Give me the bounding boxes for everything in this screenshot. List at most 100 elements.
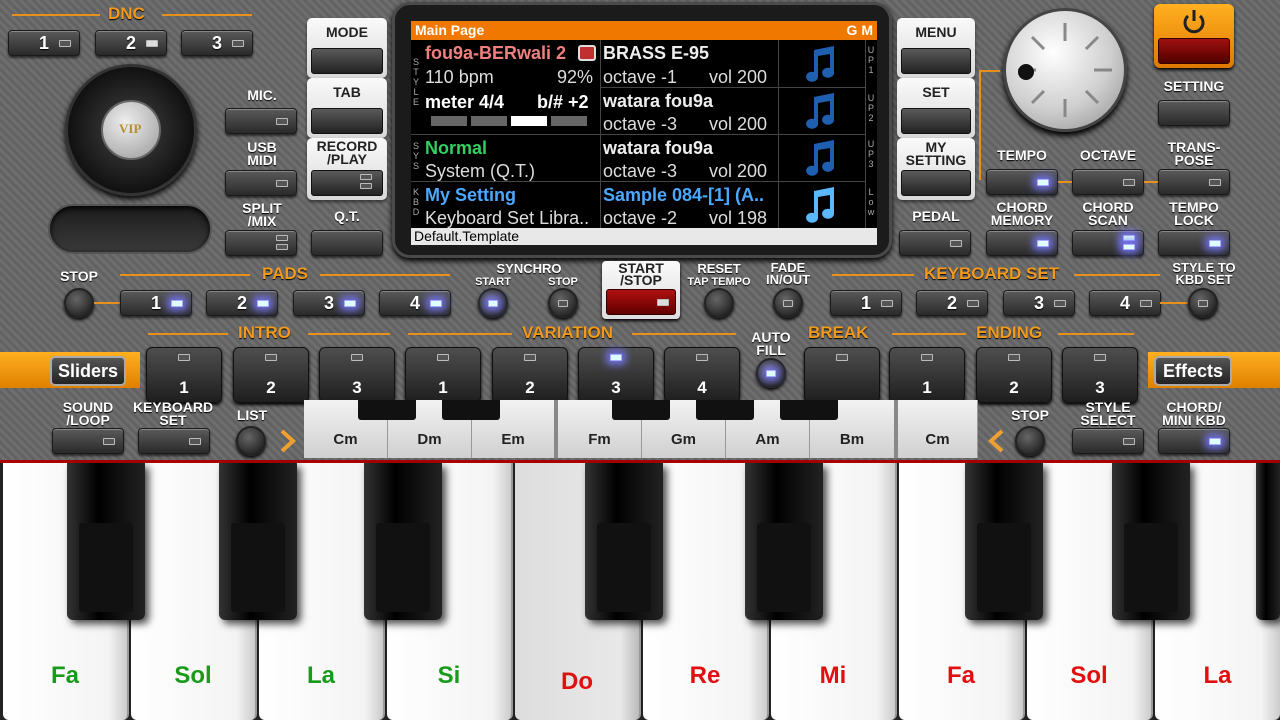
tempo-bpm: 110 bpm (425, 67, 494, 87)
qt-label: Q.T. (334, 208, 360, 224)
octave-button[interactable] (1072, 169, 1144, 195)
power-icon (1183, 10, 1205, 34)
keyboard-set-title: KEYBOARD SET (924, 264, 1060, 283)
auto-fill-button[interactable] (756, 358, 786, 388)
pad-button-1[interactable]: 1 (120, 290, 192, 316)
lower-music-note-icon[interactable] (802, 185, 842, 225)
black-key[interactable] (219, 463, 297, 620)
split-mix-button[interactable] (225, 230, 297, 256)
up2-music-note-icon[interactable] (802, 91, 842, 131)
list-button[interactable] (236, 426, 266, 456)
variation-button-1[interactable]: 1 (405, 347, 481, 403)
synchro-stop-button[interactable] (548, 288, 578, 318)
data-dial[interactable] (1003, 8, 1127, 132)
set-button[interactable]: SET (897, 78, 975, 138)
lower-volume: vol 198 (709, 208, 768, 228)
kbd-set-button-3[interactable]: 3 (1003, 290, 1075, 316)
black-key[interactable] (1112, 463, 1190, 620)
intro-button-2[interactable]: 2 (233, 347, 309, 403)
system-name: System (Q.T.) (425, 161, 536, 181)
tab-button[interactable]: TAB (307, 78, 387, 138)
up2-octave: octave -3 (603, 114, 678, 134)
pad-button-4[interactable]: 4 (379, 290, 451, 316)
power-button[interactable] (1154, 4, 1234, 68)
chord-scan-button[interactable] (1072, 230, 1144, 256)
fade-in-out-button[interactable] (773, 288, 803, 318)
lower-voice[interactable]: Sample 084-[1] (A.. (603, 185, 764, 206)
kbd-set-name[interactable]: My Setting (425, 185, 516, 206)
intro-button-1[interactable]: 1 (146, 347, 222, 403)
record-play-button[interactable]: RECORD /PLAY (307, 138, 387, 200)
chord-strip[interactable]: Cm Dm Em Fm Gm Am Bm Cm (304, 400, 978, 458)
joystick-knob[interactable]: VIP (101, 100, 161, 160)
variation-button-2[interactable]: 2 (492, 347, 568, 403)
transpose-button[interactable] (1158, 169, 1230, 195)
break-button[interactable] (804, 347, 880, 403)
ending-button-1[interactable]: 1 (889, 347, 965, 403)
start-stop-button[interactable]: START /STOP (602, 261, 680, 319)
qt-button[interactable] (311, 230, 383, 256)
style-select-button[interactable] (1072, 428, 1144, 454)
chevron-right-icon[interactable] (278, 428, 298, 454)
menu-button[interactable]: MENU (897, 18, 975, 78)
up3-voice[interactable]: watara fou9a (603, 138, 713, 159)
keyboard-set-button[interactable] (138, 428, 210, 454)
up3-music-note-icon[interactable] (802, 138, 842, 178)
up2-voice[interactable]: watara fou9a (603, 91, 713, 112)
pad-button-3[interactable]: 3 (293, 290, 365, 316)
variation-button-4[interactable]: 4 (664, 347, 740, 403)
joystick[interactable]: VIP (65, 64, 197, 196)
tempo-lock-button[interactable] (1158, 230, 1230, 256)
style-name[interactable]: fou9a-BERwali 2 (425, 43, 566, 64)
black-key[interactable] (965, 463, 1043, 620)
usb-midi-button[interactable] (225, 170, 297, 196)
dnc-line (162, 14, 252, 16)
chord-mode[interactable]: Normal (425, 138, 487, 159)
mic-button[interactable] (225, 108, 297, 134)
variation-button-3[interactable]: 3 (578, 347, 654, 403)
black-key[interactable] (585, 463, 663, 620)
chevron-left-icon[interactable] (986, 428, 1006, 454)
chord-mini-kbd-label: CHORD/ MINI KBD (1162, 399, 1226, 428)
sound-loop-button[interactable] (52, 428, 124, 454)
chord-mini-kbd-button[interactable] (1158, 428, 1230, 454)
black-key[interactable] (745, 463, 823, 620)
black-key[interactable] (364, 463, 442, 620)
chord-memory-button[interactable] (986, 230, 1058, 256)
effects-button[interactable]: Effects (1154, 356, 1232, 386)
kbd-set-button-1[interactable]: 1 (830, 290, 902, 316)
tempo-button[interactable] (986, 169, 1058, 195)
up1-voice[interactable]: BRASS E-95 (603, 43, 709, 64)
my-setting-button[interactable]: MY SETTING (897, 138, 975, 200)
list-label: LIST (236, 407, 268, 423)
pitch-wheel[interactable] (48, 204, 212, 254)
dnc-button-2[interactable]: 2 (95, 30, 167, 56)
up1-music-note-icon[interactable] (802, 44, 842, 84)
sliders-button[interactable]: Sliders (50, 356, 126, 386)
reset-tap-tempo-button[interactable] (704, 288, 734, 318)
black-key[interactable] (1256, 463, 1280, 620)
dnc-button-1[interactable]: 1 (8, 30, 80, 56)
kbd-set-button-2[interactable]: 2 (916, 290, 988, 316)
pads-stop-button[interactable] (64, 288, 94, 318)
pedal-button[interactable] (899, 230, 971, 256)
record-play-label: RECORD /PLAY (316, 138, 378, 167)
kbd-set-button-4[interactable]: 4 (1089, 290, 1161, 316)
intro-button-3[interactable]: 3 (319, 347, 395, 403)
chord-key[interactable]: Cm (898, 400, 978, 458)
piano-keyboard[interactable]: Fa Sol La Si Do Re Mi Fa Sol La (0, 460, 1280, 720)
black-key[interactable] (67, 463, 145, 620)
sound-loop-label: SOUND /LOOP (62, 399, 114, 428)
stop-button[interactable] (1015, 426, 1045, 456)
pad-button-2[interactable]: 2 (206, 290, 278, 316)
style-to-kbd-set-button[interactable] (1188, 288, 1218, 318)
main-display[interactable]: Main Page G M STYLE SYS KBD UP1 UP2 UP3 L… (411, 21, 877, 245)
meter-value: meter 4/4 (425, 92, 505, 112)
dnc-button-3[interactable]: 3 (181, 30, 253, 56)
mode-button[interactable]: MODE (307, 18, 387, 78)
ending-button-3[interactable]: 3 (1062, 347, 1138, 403)
synchro-start-button[interactable] (478, 288, 508, 318)
style-to-kbd-label: STYLE TO KBD SET (1172, 260, 1236, 287)
setting-button[interactable] (1158, 100, 1230, 126)
ending-button-2[interactable]: 2 (976, 347, 1052, 403)
